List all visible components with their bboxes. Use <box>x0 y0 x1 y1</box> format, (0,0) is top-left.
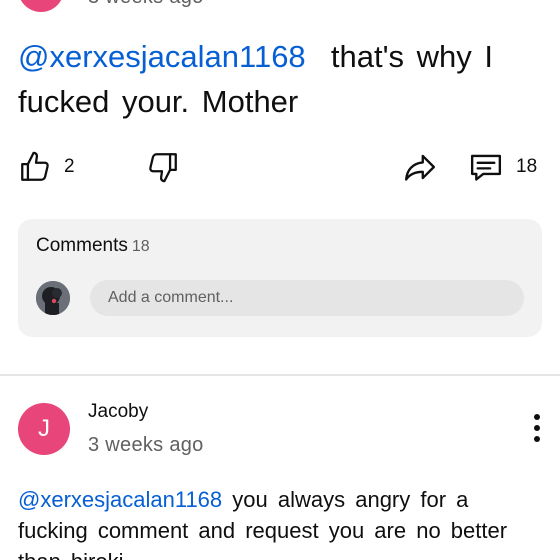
previous-post-time: 3 weeks ago <box>88 0 204 9</box>
comment-count: 18 <box>516 156 538 177</box>
thumbs-up-icon <box>18 150 52 184</box>
dislike-button[interactable] <box>146 145 180 189</box>
comment-body: @xerxesjacalan1168 you always angry for … <box>18 484 548 560</box>
post-mention-link[interactable]: @xerxesjacalan1168 <box>18 39 306 74</box>
comment-time: 3 weeks ago <box>88 434 204 456</box>
commenter-name[interactable]: Jacoby <box>88 401 148 423</box>
post-body: @xerxesjacalan1168 that's why I fucked y… <box>18 34 548 124</box>
share-arrow-icon <box>402 150 438 184</box>
community-post-screen: 3 weeks ago @xerxesjacalan1168 that's wh… <box>0 0 560 560</box>
commenter-avatar[interactable]: J <box>18 403 70 455</box>
comments-heading: Comments 18 <box>36 235 150 257</box>
comment-bubble-icon <box>468 150 504 184</box>
like-count: 2 <box>64 156 75 177</box>
current-user-avatar <box>36 281 70 315</box>
comments-count: 18 <box>131 238 150 255</box>
add-comment-input[interactable] <box>90 280 524 316</box>
comments-section-card[interactable]: Comments 18 <box>18 219 542 337</box>
comments-button[interactable]: 18 <box>468 145 537 189</box>
section-divider <box>0 374 560 376</box>
comment-mention-link[interactable]: @xerxesjacalan1168 <box>18 487 222 512</box>
like-button[interactable]: 2 <box>18 145 75 189</box>
share-button[interactable] <box>402 145 438 189</box>
thumbs-down-icon <box>146 150 180 184</box>
previous-author-avatar[interactable] <box>18 0 64 12</box>
more-options-icon[interactable] <box>524 412 550 444</box>
post-action-bar: 2 18 <box>0 145 560 189</box>
comments-title: Comments <box>36 235 128 256</box>
